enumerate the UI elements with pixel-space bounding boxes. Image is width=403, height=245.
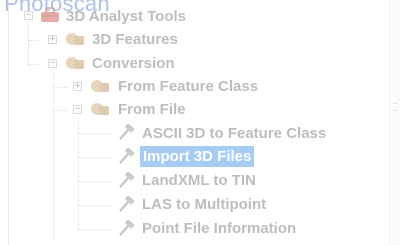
hammer-icon bbox=[119, 148, 135, 164]
features-expand-toggle[interactable]: + bbox=[48, 35, 57, 44]
tree-item-3d-features[interactable]: 3D Features bbox=[92, 29, 178, 50]
hammer-icon bbox=[119, 220, 135, 236]
tree-item-3d-analyst-tools[interactable]: 3D Analyst Tools bbox=[66, 6, 186, 27]
root-collapse-toggle[interactable]: − bbox=[24, 11, 33, 20]
tree-item-conversion[interactable]: Conversion bbox=[92, 53, 175, 74]
toolset-icon bbox=[66, 33, 84, 45]
toolbox-icon bbox=[41, 7, 59, 22]
tool-point-file-information[interactable]: Point File Information bbox=[142, 218, 296, 239]
scrollbar-grip[interactable] bbox=[393, 103, 397, 111]
hammer-icon bbox=[119, 172, 135, 188]
tree-item-from-file[interactable]: From File bbox=[118, 99, 186, 120]
from-file-collapse-toggle[interactable]: − bbox=[73, 105, 82, 114]
toolset-icon bbox=[91, 103, 109, 115]
tool-landxml-to-tin[interactable]: LandXML to TIN bbox=[142, 170, 256, 191]
from-feature-class-expand-toggle[interactable]: + bbox=[73, 82, 82, 91]
vertical-scrollbar[interactable] bbox=[389, 0, 400, 245]
tool-import-3d-files[interactable]: Import 3D Files bbox=[140, 146, 255, 167]
tree-item-from-feature-class[interactable]: From Feature Class bbox=[118, 76, 258, 97]
conversion-collapse-toggle[interactable]: − bbox=[48, 59, 57, 68]
tool-ascii-3d-to-feature-class[interactable]: ASCII 3D to Feature Class bbox=[142, 123, 326, 144]
hammer-icon bbox=[119, 124, 135, 140]
toolset-icon bbox=[66, 57, 84, 69]
toolset-icon bbox=[91, 80, 109, 92]
tool-las-to-multipoint[interactable]: LAS to Multipoint bbox=[142, 194, 266, 215]
hammer-icon bbox=[119, 196, 135, 212]
